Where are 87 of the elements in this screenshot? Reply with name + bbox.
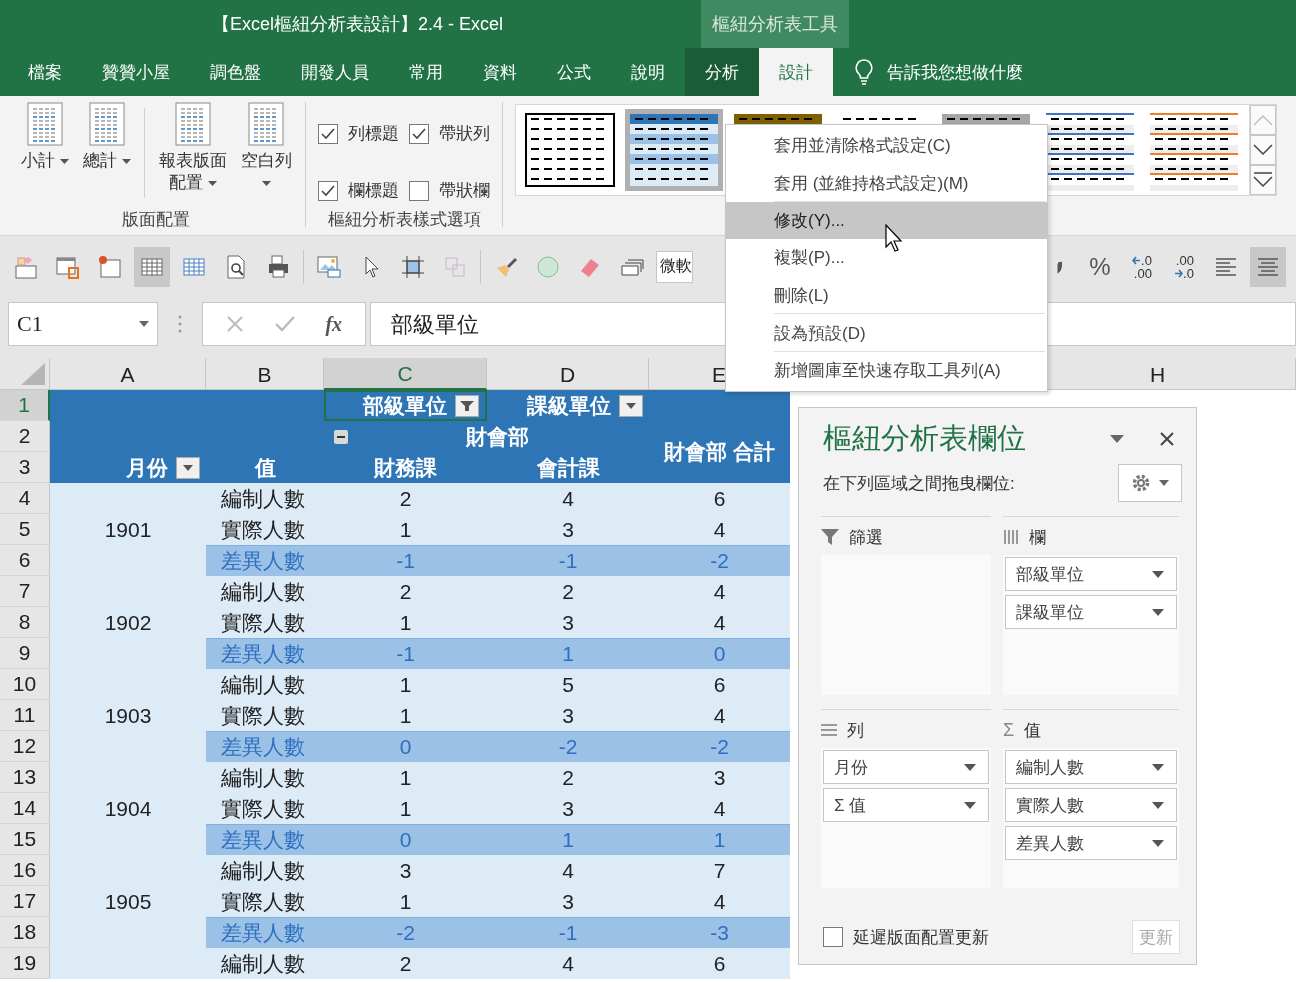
table-cell: -2: [558, 735, 578, 759]
table-cell: -2: [710, 549, 729, 573]
table-cell: 7: [713, 858, 726, 883]
table-cell-text: 實際人數: [220, 888, 306, 915]
table-cell: 1: [399, 765, 412, 790]
table-cell: 0: [399, 828, 412, 852]
table-cell: 6: [713, 951, 726, 976]
table-cell: 5: [562, 672, 574, 697]
table-cell: 2: [562, 579, 574, 604]
table-cell: 1901: [104, 517, 152, 542]
table-cell-text: 月份: [126, 454, 168, 481]
table-cell: 1: [399, 517, 412, 542]
area-label: 篩選: [849, 526, 883, 549]
table-cell-text: 編制人數: [220, 950, 306, 977]
table-cell: 6: [713, 486, 726, 511]
table-cell: 0: [399, 735, 412, 759]
table-cell: 4: [713, 796, 726, 821]
table-cell: 1: [399, 672, 412, 697]
table-cell: 1: [713, 828, 726, 852]
table-cell-text: 實際人數: [220, 702, 306, 729]
table-cell-text: 會計課: [536, 454, 600, 481]
table-cell: 3: [562, 610, 574, 635]
table-cell: -3: [710, 921, 729, 945]
table-cell: 0: [713, 642, 726, 666]
table-cell: 4: [713, 517, 726, 542]
table-cell: 3: [713, 765, 726, 790]
sigma-icon: Σ: [1003, 719, 1015, 741]
table-cell: 3: [562, 703, 574, 728]
table-cell: 6: [713, 672, 726, 697]
table-cell-text: 實際人數: [220, 516, 306, 543]
table-cell: -2: [710, 735, 729, 759]
table-cell-text: 編制人數: [220, 671, 306, 698]
table-cell: 1: [399, 703, 412, 728]
table-cell: 2: [399, 579, 412, 604]
table-cell-text: 差異人數: [220, 827, 306, 853]
table-cell: 3: [399, 858, 412, 883]
table-cell-text: 實際人數: [220, 609, 306, 636]
table-cell-text: 財會部 合計: [664, 439, 775, 465]
group-label: 版面配置: [121, 209, 190, 231]
area-label: 列: [847, 719, 864, 742]
table-cell-text: 編制人數: [220, 578, 306, 605]
pane-title: 樞紐分析表欄位: [823, 421, 1027, 456]
table-cell: 3: [562, 889, 574, 914]
table-cell-text: 財會部: [466, 423, 529, 450]
table-cell: -1: [396, 642, 415, 666]
pane-hint: 在下列區域之間拖曳欄位:: [823, 472, 1015, 495]
table-cell-text: 差異人數: [220, 641, 306, 667]
table-cell: 2: [399, 486, 412, 511]
table-cell: 1: [399, 610, 412, 635]
table-cell: -1: [558, 921, 578, 945]
table-cell: 1903: [104, 703, 152, 728]
table-cell: 4: [713, 610, 726, 635]
table-cell: 1: [399, 889, 412, 914]
table-cell: 4: [562, 486, 574, 511]
table-cell-text: 課級單位: [527, 392, 611, 419]
table-cell: 2: [399, 951, 412, 976]
table-cell: 4: [562, 951, 574, 976]
area-label: 值: [1024, 719, 1042, 742]
table-cell: 3: [562, 517, 574, 542]
area-label: 欄: [1029, 526, 1046, 549]
table-cell-text: 差異人數: [220, 548, 306, 574]
table-cell: 4: [713, 889, 726, 914]
table-cell-text: 差異人數: [220, 734, 306, 760]
table-cell-text: 編制人數: [220, 857, 306, 884]
table-cell: 1: [562, 828, 574, 852]
table-cell: -2: [396, 921, 415, 945]
group-label: 樞紐分析表樣式選項: [327, 209, 481, 231]
table-cell: 1905: [104, 889, 152, 914]
table-cell: 2: [562, 765, 574, 790]
table-cell: 1902: [104, 610, 152, 635]
table-cell: 3: [562, 796, 574, 821]
table-cell-text: 差異人數: [220, 920, 306, 946]
table-cell-text: 值: [254, 454, 276, 481]
table-cell-text: 編制人數: [220, 485, 306, 512]
table-cell-text: 財務課: [374, 454, 437, 481]
table-cell: 4: [713, 579, 726, 604]
table-cell: -1: [396, 549, 415, 573]
table-cell: 1: [399, 796, 412, 821]
table-cell: 4: [713, 703, 726, 728]
table-cell: -1: [558, 549, 578, 573]
context-group-label: 樞紐分析表工具: [701, 0, 850, 48]
table-cell: 1904: [104, 796, 152, 821]
table-cell: 4: [562, 858, 574, 883]
window-title: 【Excel樞紐分析表設計】2.4 - Excel: [212, 13, 504, 36]
table-cell: 1: [562, 642, 574, 666]
table-cell-text: 編制人數: [220, 764, 306, 791]
table-cell-text: 實際人數: [220, 795, 306, 822]
